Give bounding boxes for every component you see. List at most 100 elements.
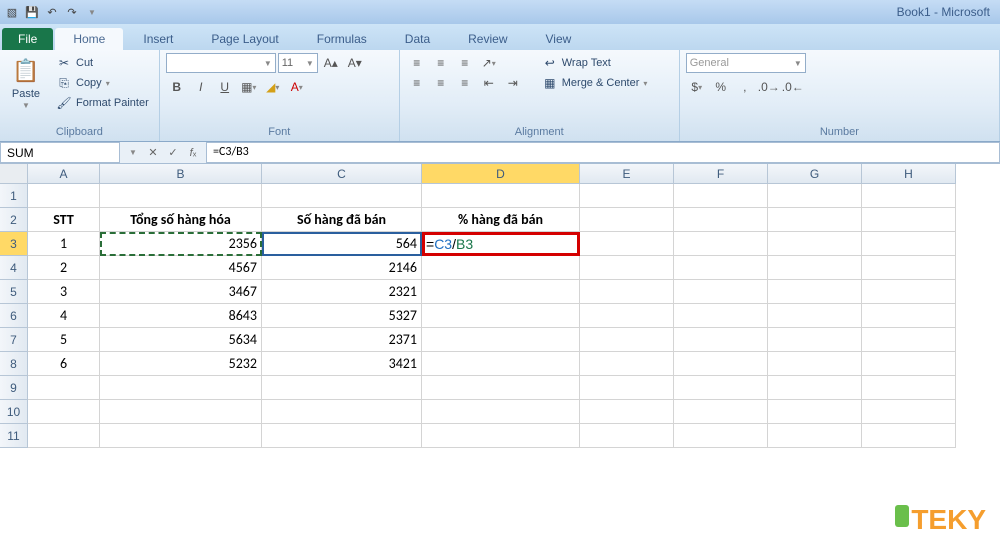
name-box-dropdown-icon[interactable]: ▼ [124,144,142,162]
bold-button[interactable]: B [166,77,188,97]
cell-C2[interactable]: Số hàng đã bán [262,208,422,232]
underline-button[interactable]: U [214,77,236,97]
cell-F8[interactable] [674,352,768,376]
orientation-icon[interactable]: ↗▾ [478,53,500,73]
col-header-F[interactable]: F [674,164,768,184]
cell-B4[interactable]: 4567 [100,256,262,280]
cell-B1[interactable] [100,184,262,208]
tab-view[interactable]: View [528,28,590,50]
file-tab[interactable]: File [2,28,53,50]
row-header-5[interactable]: 5 [0,280,28,304]
enter-formula-icon[interactable]: ✓ [164,144,182,162]
cell-E11[interactable] [580,424,674,448]
format-painter-button[interactable]: 🖌Format Painter [52,93,153,113]
cell-C10[interactable] [262,400,422,424]
increase-decimal-icon[interactable]: .0→ [758,77,780,97]
decrease-indent-icon[interactable]: ⇤ [478,73,500,93]
row-header-11[interactable]: 11 [0,424,28,448]
cell-C1[interactable] [262,184,422,208]
cell-F4[interactable] [674,256,768,280]
cell-H10[interactable] [862,400,956,424]
cell-F1[interactable] [674,184,768,208]
tab-review[interactable]: Review [450,28,525,50]
cell-E9[interactable] [580,376,674,400]
cell-B11[interactable] [100,424,262,448]
cell-G2[interactable] [768,208,862,232]
cell-A11[interactable] [28,424,100,448]
cell-D11[interactable] [422,424,580,448]
cell-A5[interactable]: 3 [28,280,100,304]
cell-A4[interactable]: 2 [28,256,100,280]
wrap-text-button[interactable]: ↩Wrap Text [538,53,652,73]
decrease-font-icon[interactable]: A▾ [344,53,366,73]
cell-G4[interactable] [768,256,862,280]
cell-B5[interactable]: 3467 [100,280,262,304]
cell-B6[interactable]: 8643 [100,304,262,328]
cell-G5[interactable] [768,280,862,304]
cell-H5[interactable] [862,280,956,304]
align-right-icon[interactable]: ≡ [454,73,476,93]
cell-G3[interactable] [768,232,862,256]
fill-color-button[interactable]: ◢▾ [262,77,284,97]
increase-font-icon[interactable]: A▴ [320,53,342,73]
decrease-decimal-icon[interactable]: .0← [782,77,804,97]
formula-input[interactable]: =C3/B3 [206,142,1000,163]
cell-C8[interactable]: 3421 [262,352,422,376]
cell-H8[interactable] [862,352,956,376]
col-header-B[interactable]: B [100,164,262,184]
select-all-button[interactable] [0,164,28,184]
tab-home[interactable]: Home [55,28,123,50]
cell-A9[interactable] [28,376,100,400]
redo-icon[interactable]: ↷ [64,4,80,20]
cell-A3[interactable]: 1 [28,232,100,256]
cell-E1[interactable] [580,184,674,208]
tab-insert[interactable]: Insert [125,28,191,50]
tab-page-layout[interactable]: Page Layout [193,28,296,50]
cell-E5[interactable] [580,280,674,304]
italic-button[interactable]: I [190,77,212,97]
cell-D9[interactable] [422,376,580,400]
col-header-C[interactable]: C [262,164,422,184]
cut-button[interactable]: ✂Cut [52,53,153,73]
font-color-button[interactable]: A▾ [286,77,308,97]
cell-D3[interactable]: =C3/B3 [422,232,580,256]
cell-F3[interactable] [674,232,768,256]
cell-H11[interactable] [862,424,956,448]
name-box[interactable] [0,142,120,163]
cell-C11[interactable] [262,424,422,448]
cell-E8[interactable] [580,352,674,376]
cell-D5[interactable] [422,280,580,304]
row-header-3[interactable]: 3 [0,232,28,256]
cell-G11[interactable] [768,424,862,448]
cell-H2[interactable] [862,208,956,232]
cell-E2[interactable] [580,208,674,232]
align-middle-icon[interactable]: ≡ [430,53,452,73]
align-bottom-icon[interactable]: ≡ [454,53,476,73]
cell-G6[interactable] [768,304,862,328]
qat-dropdown-icon[interactable]: ▼ [84,4,100,20]
cell-D2[interactable]: % hàng đã bán [422,208,580,232]
cell-B10[interactable] [100,400,262,424]
accounting-format-icon[interactable]: $▾ [686,77,708,97]
cell-A10[interactable] [28,400,100,424]
percent-format-icon[interactable]: % [710,77,732,97]
cell-C7[interactable]: 2371 [262,328,422,352]
cell-E3[interactable] [580,232,674,256]
col-header-A[interactable]: A [28,164,100,184]
font-name-combo[interactable]: ▼ [166,53,276,73]
col-header-G[interactable]: G [768,164,862,184]
tab-formulas[interactable]: Formulas [299,28,385,50]
cell-C9[interactable] [262,376,422,400]
increase-indent-icon[interactable]: ⇥ [502,73,524,93]
cell-D4[interactable] [422,256,580,280]
cell-B8[interactable]: 5232 [100,352,262,376]
row-header-1[interactable]: 1 [0,184,28,208]
cell-D8[interactable] [422,352,580,376]
paste-button[interactable]: 📋 Paste ▼ [6,53,46,112]
cell-B3[interactable]: 2356 [100,232,262,256]
cell-G9[interactable] [768,376,862,400]
cell-C3[interactable]: 564 [262,232,422,256]
cell-H7[interactable] [862,328,956,352]
cancel-formula-icon[interactable]: ✕ [144,144,162,162]
cell-H3[interactable] [862,232,956,256]
